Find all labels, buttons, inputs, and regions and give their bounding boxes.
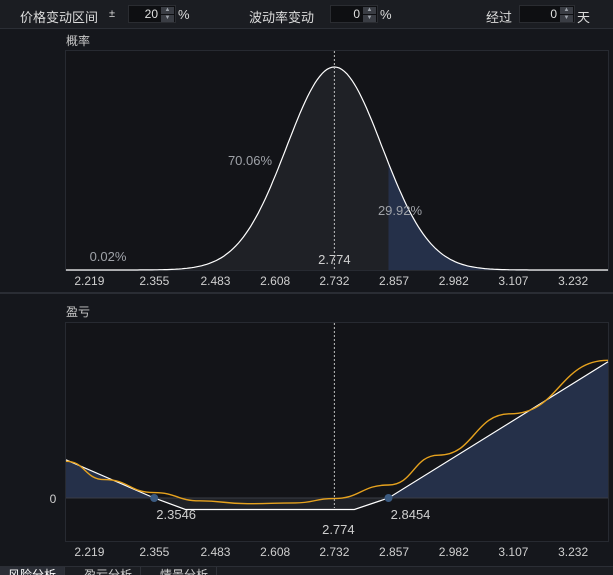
pnl-chart: 2.3546 2.8454 2.774 0 2.219 2.355 2.483 2.608 2.… [50,323,609,559]
lower-probability-area [66,67,389,270]
x-tick-label: 2.982 [439,545,469,559]
price-range-spinner[interactable]: 20 ▲ ▼ [128,5,176,23]
price-range-value: 20 [144,7,158,21]
plus-minus-label: ± [109,8,116,20]
prob-above-threshold-label: 29.92% [378,203,423,218]
elapsed-up-button[interactable]: ▲ [560,7,573,14]
vol-change-value: 0 [353,7,360,21]
probability-chart: 2.774 0.02% 70.06% 29.92% 2.219 2.355 2.483 2.6… [66,51,608,288]
x-tick-label: 2.355 [139,545,169,559]
x-tick-label: 2.732 [319,274,349,288]
x-tick-label: 3.232 [558,545,588,559]
breakeven-marker [150,494,159,502]
breakeven-label: 2.3546 [156,507,196,522]
days-unit-label: 天 [577,10,591,25]
x-tick-label: 3.107 [498,545,528,559]
price-range-down-button[interactable]: ▼ [161,15,174,22]
vol-change-percent: % [380,7,392,22]
x-tick-label: 2.732 [319,545,349,559]
current-price-label: 2.774 [322,522,355,537]
x-tick-label: 2.219 [74,545,104,559]
vol-change-up-button[interactable]: ▲ [363,7,376,14]
prob-below-threshold-label: 70.06% [228,153,273,168]
prob-left-tail-label: 0.02% [90,249,127,264]
elapsed-down-button[interactable]: ▼ [560,15,573,22]
x-tick-label: 2.857 [379,274,409,288]
price-range-up-button[interactable]: ▲ [161,7,174,14]
x-tick-label: 2.608 [260,545,290,559]
elapsed-label: 经过 [486,10,513,25]
x-tick-label: 2.857 [379,545,409,559]
price-range-percent: % [178,7,190,22]
elapsed-spinner[interactable]: 0 ▲ ▼ [519,5,575,23]
vol-change-label: 波动率变动 [249,10,315,25]
x-tick-label: 2.608 [260,274,290,288]
breakeven-label: 2.8454 [391,507,431,522]
x-tick-label: 2.483 [200,545,230,559]
x-tick-label: 2.982 [439,274,469,288]
pnl-panel: 盈亏 2.3546 2.8454 2.774 0 2.219 2.355 2.483 2.60… [0,294,613,566]
y-tick-label: 0 [50,492,57,506]
vol-change-down-button[interactable]: ▼ [363,15,376,22]
probability-panel: 概率 2.774 0.02% 70.06% 29.92% 2.219 2.355 2.483… [0,29,613,292]
vol-change-spinner[interactable]: 0 ▲ ▼ [330,5,378,23]
breakeven-marker [384,494,393,502]
x-tick-label: 3.232 [558,274,588,288]
x-tick-label: 2.483 [200,274,230,288]
current-price-label: 2.774 [318,252,351,267]
price-range-label: 价格变动区间 [20,10,99,25]
scenario-toolbar: 价格变动区间 ± 20 ▲ ▼ % 波动率变动 0 ▲ ▼ % 经过 0 ▲ ▼… [0,0,613,29]
x-tick-label: 2.219 [74,274,104,288]
x-tick-label: 3.107 [498,274,528,288]
elapsed-value: 0 [550,7,557,21]
x-tick-label: 2.355 [139,274,169,288]
